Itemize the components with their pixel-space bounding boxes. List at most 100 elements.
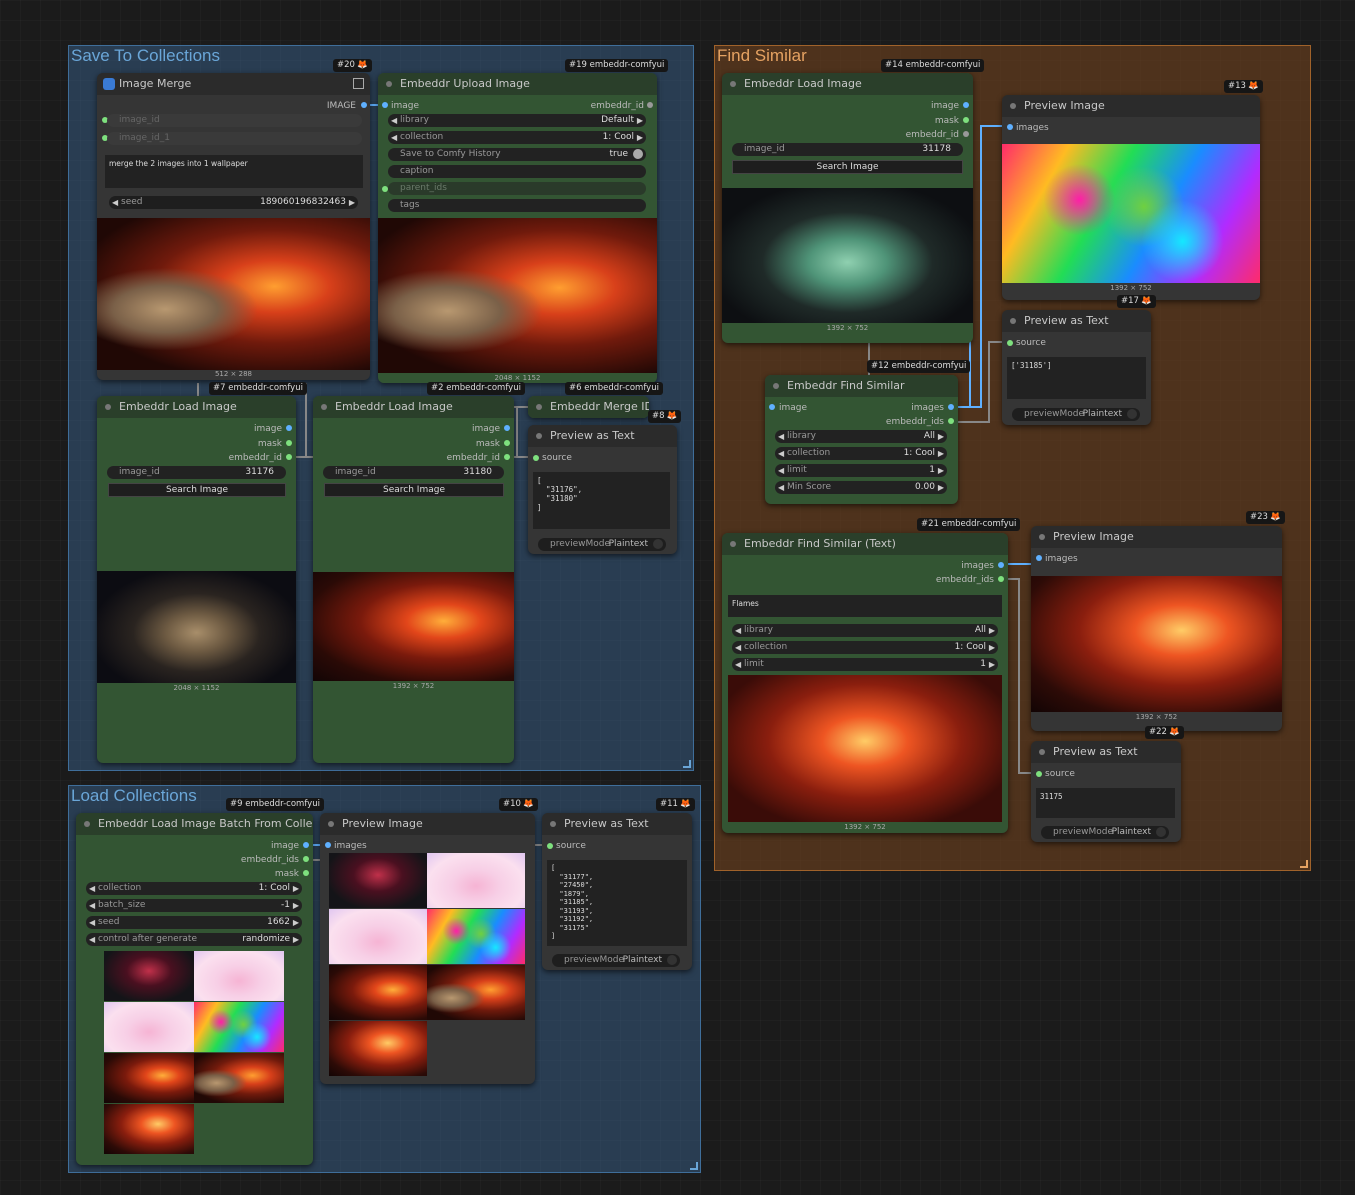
node-header[interactable]: Preview as Text (528, 425, 677, 447)
arrow-right-icon[interactable]: ▶ (938, 481, 944, 494)
library-combo[interactable]: ◀ library All ▶ (775, 430, 947, 443)
query-textarea[interactable]: Flames (728, 595, 1002, 617)
parent-ids-field[interactable]: parent_ids (388, 182, 646, 195)
output-slot[interactable] (963, 102, 969, 108)
arrow-right-icon[interactable]: ▶ (989, 658, 995, 671)
node-embeddr-merge-ids[interactable]: Embeddr Merge IDs (528, 396, 649, 418)
node-header[interactable]: Preview Image (1031, 526, 1282, 548)
output-slot[interactable] (303, 870, 309, 876)
min-score-number[interactable]: ◀ Min Score 0.00 ▶ (775, 481, 947, 494)
output-slot[interactable] (303, 842, 309, 848)
arrow-right-icon[interactable]: ▶ (637, 114, 643, 127)
preview-text[interactable]: 31175 (1036, 788, 1175, 818)
search-image-button[interactable]: Search Image (732, 160, 963, 174)
search-image-button[interactable]: Search Image (108, 483, 286, 497)
preview-mode-combo[interactable]: previewMode Plaintext (552, 954, 680, 967)
node-embeddr-load-image-2[interactable]: Embeddr Load Image image mask embeddr_id… (313, 396, 514, 763)
prompt-textarea[interactable]: merge the 2 images into 1 wallpaper (105, 155, 363, 188)
limit-number[interactable]: ◀ limit 1 ▶ (732, 658, 998, 671)
arrow-right-icon[interactable]: ▶ (293, 933, 299, 946)
arrow-right-icon[interactable]: ▶ (938, 464, 944, 477)
arrow-left-icon[interactable]: ◀ (391, 114, 397, 127)
node-preview-image-23[interactable]: Preview Image images 1392 × 752 (1031, 526, 1282, 731)
input-slot[interactable] (1036, 555, 1042, 561)
arrow-left-icon[interactable]: ◀ (778, 447, 784, 460)
output-slot[interactable] (504, 425, 510, 431)
arrow-right-icon[interactable]: ▶ (293, 916, 299, 929)
output-slot[interactable] (998, 562, 1004, 568)
arrow-left-icon[interactable]: ◀ (89, 882, 95, 895)
collection-combo[interactable]: ◀ collection 1: Cool ▶ (388, 131, 646, 144)
node-preview-as-text-22[interactable]: Preview as Text source 31175 previewMode… (1031, 741, 1181, 842)
node-header[interactable]: Preview as Text (542, 813, 692, 835)
node-preview-image-10[interactable]: Preview Image images (320, 813, 535, 1084)
node-header[interactable]: Embeddr Load Image (722, 73, 973, 95)
input-slot[interactable] (1007, 340, 1013, 346)
caption-field[interactable]: caption (388, 165, 646, 178)
library-combo[interactable]: ◀ library Default ▶ (388, 114, 646, 127)
toggle-knob-icon[interactable] (1127, 409, 1137, 419)
output-slot[interactable] (998, 576, 1004, 582)
preview-mode-combo[interactable]: previewMode Plaintext (1041, 826, 1169, 839)
node-image-merge[interactable]: Image Merge IMAGE image_id image_id_1 me… (97, 73, 370, 380)
node-header[interactable]: Embeddr Load Image (97, 396, 296, 418)
node-preview-as-text-11[interactable]: Preview as Text source [ "31177", "27450… (542, 813, 692, 970)
node-preview-as-text-8[interactable]: Preview as Text source [ "31176", "31180… (528, 425, 677, 554)
node-header[interactable]: Embeddr Load Image (313, 396, 514, 418)
arrow-left-icon[interactable]: ◀ (778, 481, 784, 494)
output-slot[interactable] (963, 131, 969, 137)
arrow-left-icon[interactable]: ◀ (89, 916, 95, 929)
seed-number[interactable]: ◀ seed 1662 ▶ (86, 916, 302, 929)
node-preview-as-text-17[interactable]: Preview as Text source ['31185'] preview… (1002, 310, 1151, 425)
arrow-left-icon[interactable]: ◀ (735, 641, 741, 654)
node-header[interactable]: Embeddr Find Similar (765, 375, 958, 397)
image-id-field[interactable]: image_id 31180 (323, 466, 504, 479)
output-slot[interactable] (286, 440, 292, 446)
arrow-left-icon[interactable]: ◀ (112, 196, 118, 209)
arrow-left-icon[interactable]: ◀ (391, 131, 397, 144)
preview-text[interactable]: [ "31177", "27450", "1879", "31185", "31… (547, 860, 687, 946)
search-image-button[interactable]: Search Image (324, 483, 504, 497)
input-slot[interactable] (382, 102, 388, 108)
input-slot[interactable] (547, 843, 553, 849)
output-slot[interactable] (504, 454, 510, 460)
node-preview-image-13[interactable]: Preview Image images 1392 × 752 (1002, 95, 1260, 300)
limit-number[interactable]: ◀ limit 1 ▶ (775, 464, 947, 477)
toggle-knob-icon[interactable] (667, 955, 677, 965)
output-slot[interactable] (286, 454, 292, 460)
batch-size-number[interactable]: ◀ batch_size -1 ▶ (86, 899, 302, 912)
library-combo[interactable]: ◀ library All ▶ (732, 624, 998, 637)
output-slot[interactable] (948, 418, 954, 424)
arrow-right-icon[interactable]: ▶ (989, 641, 995, 654)
resize-handle[interactable] (690, 1162, 698, 1170)
tags-field[interactable]: tags (388, 199, 646, 212)
node-embeddr-upload-image[interactable]: Embeddr Upload Image image embeddr_id ◀ l… (378, 73, 657, 383)
arrow-left-icon[interactable]: ◀ (778, 430, 784, 443)
collection-combo[interactable]: ◀ collection 1: Cool ▶ (732, 641, 998, 654)
arrow-right-icon[interactable]: ▶ (637, 131, 643, 144)
preview-mode-combo[interactable]: previewMode Plaintext (1012, 408, 1140, 421)
output-slot[interactable] (504, 440, 510, 446)
preview-text[interactable]: [ "31176", "31180" ] (533, 472, 670, 529)
toggle-knob-icon[interactable] (1156, 827, 1166, 837)
input-slot[interactable] (325, 842, 331, 848)
control-after-generate-combo[interactable]: ◀ control after generate randomize ▶ (86, 933, 302, 946)
output-slot[interactable] (963, 117, 969, 123)
arrow-left-icon[interactable]: ◀ (89, 933, 95, 946)
arrow-right-icon[interactable]: ▶ (293, 899, 299, 912)
output-slot[interactable] (647, 102, 653, 108)
node-header[interactable]: Preview Image (1002, 95, 1260, 117)
image-id-field[interactable]: image_id 31178 (732, 143, 963, 156)
input-image-id[interactable]: image_id (107, 114, 362, 127)
node-header[interactable]: Embeddr Upload Image (378, 73, 657, 95)
node-header[interactable]: Embeddr Find Similar (Text) (722, 533, 1008, 555)
output-slot[interactable] (948, 404, 954, 410)
node-embeddr-find-similar-text[interactable]: Embeddr Find Similar (Text) images embed… (722, 533, 1008, 833)
resize-handle[interactable] (1300, 860, 1308, 868)
save-history-toggle[interactable]: Save to Comfy History true (388, 148, 646, 161)
arrow-right-icon[interactable]: ▶ (938, 430, 944, 443)
arrow-right-icon[interactable]: ▶ (938, 447, 944, 460)
preview-mode-combo[interactable]: previewMode Plaintext (538, 538, 666, 551)
node-header[interactable]: Preview as Text (1002, 310, 1151, 332)
arrow-left-icon[interactable]: ◀ (89, 899, 95, 912)
